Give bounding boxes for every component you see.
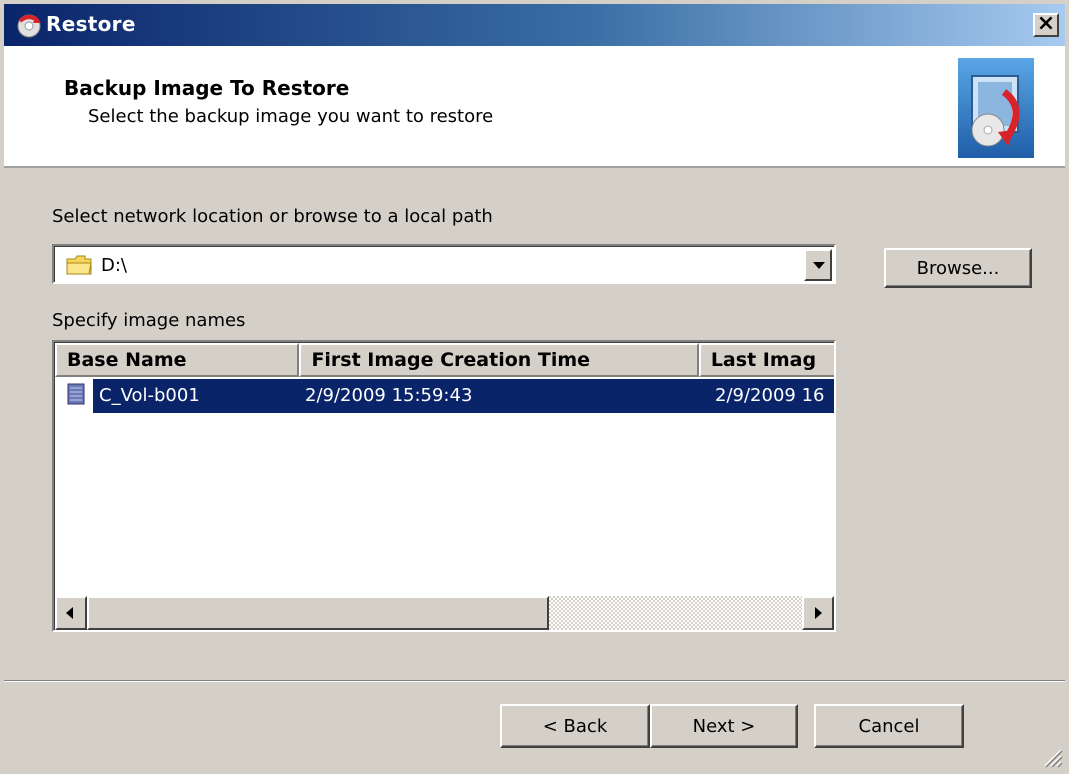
back-label: < Back	[542, 715, 608, 737]
title-bar[interactable]: Restore ×	[4, 4, 1065, 46]
page-subtitle: Select the backup image you want to rest…	[88, 106, 494, 127]
close-icon: ×	[1036, 11, 1056, 36]
cell-last-time: 2/9/2009 16	[703, 379, 834, 413]
back-button[interactable]: < Back	[500, 704, 650, 748]
scroll-right-icon[interactable]	[802, 596, 834, 630]
cell-first-time: 2/9/2009 15:59:43	[301, 379, 703, 413]
image-names-label: Specify image names	[52, 310, 246, 331]
horizontal-scrollbar[interactable]	[55, 596, 834, 630]
column-first-creation-time[interactable]: First Image Creation Time	[299, 343, 699, 377]
column-base-name[interactable]: Base Name	[55, 343, 300, 377]
browse-button[interactable]: Browse...	[884, 248, 1032, 288]
location-value: D:\	[101, 255, 127, 276]
column-last-creation-time[interactable]: Last Imag	[698, 343, 834, 377]
image-file-icon	[67, 383, 85, 405]
cancel-button[interactable]: Cancel	[814, 704, 964, 748]
window-title: Restore	[46, 12, 136, 36]
location-label: Select network location or browse to a l…	[52, 206, 493, 227]
cell-base-name: C_Vol-b001	[93, 379, 301, 413]
restore-disc-icon	[958, 58, 1034, 158]
next-button[interactable]: Next >	[650, 704, 798, 748]
scroll-thumb[interactable]	[87, 596, 549, 630]
footer-separator	[4, 680, 1065, 682]
list-header: Base Name First Image Creation Time Last…	[55, 343, 834, 377]
cancel-label: Cancel	[858, 715, 920, 737]
resize-grip-icon[interactable]	[1041, 746, 1063, 768]
table-row[interactable]: C_Vol-b001 2/9/2009 15:59:43 2/9/2009 16	[55, 379, 834, 413]
next-label: Next >	[692, 715, 756, 737]
close-button[interactable]: ×	[1033, 13, 1059, 37]
image-list[interactable]: Base Name First Image Creation Time Last…	[52, 340, 836, 632]
folder-icon	[66, 255, 92, 275]
scroll-left-icon[interactable]	[55, 596, 87, 630]
browse-label: Browse...	[916, 257, 1000, 279]
location-combobox[interactable]: D:\	[52, 244, 836, 284]
dropdown-arrow-icon[interactable]	[804, 249, 832, 281]
restore-app-icon	[17, 14, 41, 38]
wizard-header: Backup Image To Restore Select the backu…	[4, 46, 1065, 168]
page-title: Backup Image To Restore	[64, 76, 350, 100]
